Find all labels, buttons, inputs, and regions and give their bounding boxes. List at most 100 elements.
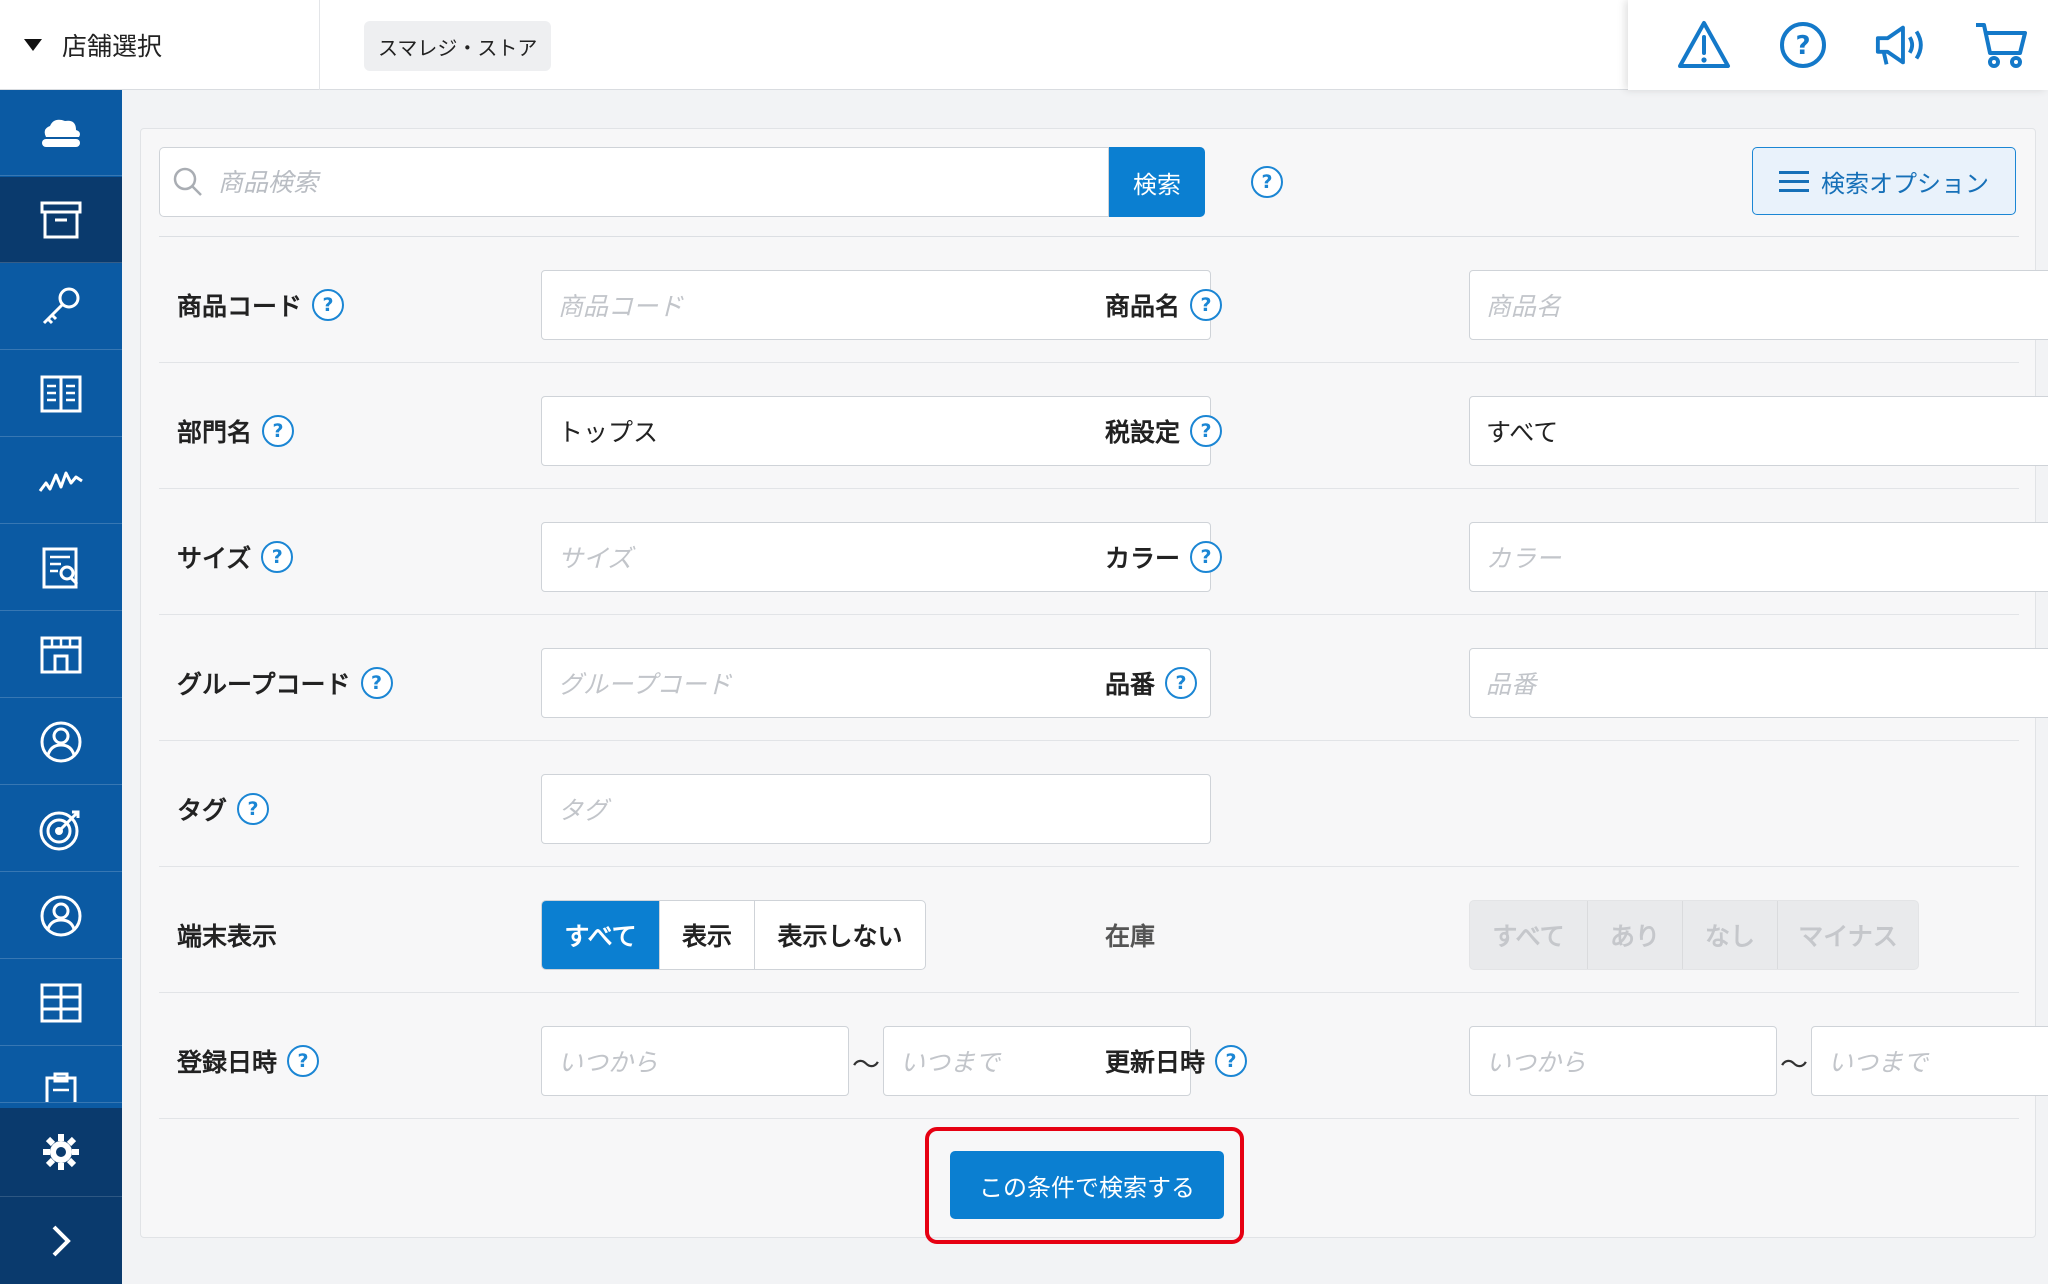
store-front-icon (40, 636, 82, 673)
range-separator: 〜 (852, 1048, 881, 1081)
registered-at-label: 登録日時? (177, 1026, 320, 1096)
product-code-label: 商品コード? (177, 270, 345, 340)
caret-down-icon (24, 39, 42, 51)
sidebar-item-cloud[interactable] (0, 90, 122, 176)
target-icon (39, 810, 80, 850)
search-row: 検索 ? 検索オプション (159, 147, 2019, 237)
search-options-label: 検索オプション (1821, 169, 1989, 198)
sidebar (0, 90, 122, 1284)
sidebar-item-grid[interactable] (0, 960, 122, 1046)
grid-table-icon (40, 983, 82, 1022)
sidebar-item-activity[interactable] (0, 438, 122, 524)
megaphone-icon[interactable] (1874, 17, 1930, 73)
terminal-display-hide[interactable]: 表示しない (755, 901, 925, 969)
tag-label: タグ? (177, 774, 270, 844)
tag-field[interactable]: タグ (541, 774, 1211, 844)
warning-icon[interactable] (1676, 17, 1732, 73)
color-field[interactable]: カラー (1469, 522, 2048, 592)
terminal-display-all[interactable]: すべて (542, 901, 660, 969)
item-number-field[interactable]: 品番 (1469, 648, 2048, 718)
form-row: タグ? タグ (159, 741, 2019, 867)
top-icon-group: ? (1628, 0, 2048, 90)
stock-minus: マイナス (1798, 922, 1898, 951)
cloud-icon (42, 119, 80, 147)
key-icon (42, 287, 80, 324)
chevron-right-icon (52, 1225, 71, 1256)
form-row: 部門名? トップス 税設定? すべて (159, 363, 2048, 489)
form-row: 商品コード? 商品コード 商品名? 商品名 (159, 237, 2048, 363)
help-icon[interactable]: ? (261, 541, 294, 573)
sidebar-item-products[interactable] (0, 177, 122, 263)
help-icon[interactable]: ? (1165, 667, 1198, 699)
stock-label: 在庫 (1105, 922, 1156, 951)
settings-button[interactable] (0, 1108, 122, 1196)
help-circle-icon[interactable]: ? (1775, 17, 1831, 73)
sidebar-item-clipboard[interactable] (0, 1047, 122, 1103)
report-search-icon (42, 547, 79, 588)
stock-in: あり (1588, 901, 1683, 969)
sidebar-item-book[interactable] (0, 351, 122, 437)
sidebar-item-target[interactable] (0, 786, 122, 872)
help-icon[interactable]: ? (1190, 289, 1223, 321)
updated-at-label: 更新日時? (1105, 1026, 1248, 1096)
help-icon[interactable]: ? (287, 1045, 320, 1077)
help-icon[interactable]: ? (360, 667, 393, 699)
activity-chart-icon (38, 471, 83, 492)
sidebar-item-store[interactable] (0, 612, 122, 698)
search-panel: 検索 ? 検索オプション 商品コード? 商品コード 商品名? 商品名 部門名? … (140, 128, 2048, 1238)
color-label: カラー? (1105, 522, 1223, 592)
help-icon[interactable]: ? (1190, 415, 1223, 447)
help-icon[interactable]: ? (237, 793, 270, 825)
form-row: 登録日時? いつから 〜 いつまで 更新日時? いつから 〜 いつまで (159, 993, 2048, 1119)
sidebar-item-user[interactable] (0, 873, 122, 959)
user-icon (40, 895, 82, 936)
search-options-button[interactable]: 検索オプション (1752, 147, 2016, 215)
store-select-label: 店舗選択 (62, 32, 163, 61)
stock-toggle: すべて あり なし マイナス (1469, 900, 1919, 970)
search-button[interactable]: 検索 (1109, 147, 1205, 217)
item-number-label: 品番? (1105, 648, 1198, 718)
store-tag: スマレジ・ストア (364, 21, 552, 71)
product-name-field[interactable]: 商品名 (1469, 270, 2048, 340)
search-icon (173, 167, 202, 196)
menu-icon (1779, 165, 1809, 198)
tax-setting-select[interactable]: すべて (1469, 396, 2048, 466)
sidebar-item-report[interactable] (0, 525, 122, 611)
store-select-dropdown[interactable]: 店舗選択 (0, 0, 320, 90)
department-label: 部門名? (177, 396, 295, 466)
sidebar-expand-button[interactable] (0, 1196, 122, 1284)
terminal-display-toggle: すべて 表示 表示しない (541, 900, 926, 970)
registered-from-field[interactable]: いつから (541, 1026, 849, 1096)
group-code-label: グループコード? (177, 648, 393, 718)
sidebar-item-customer[interactable] (0, 699, 122, 785)
product-name-label: 商品名? (1105, 270, 1223, 340)
form-row: グループコード? グループコード 品番? 品番 (159, 615, 2048, 741)
product-search-input[interactable] (218, 167, 1078, 197)
archive-box-icon (40, 201, 82, 238)
sidebar-item-keys[interactable] (0, 264, 122, 350)
form-row: 端末表示 すべて 表示 表示しない 在庫 すべて あり なし マイナス (159, 867, 2019, 993)
terminal-display-label: 端末表示 (177, 922, 278, 951)
customer-icon (40, 721, 82, 762)
help-icon[interactable]: ? (262, 415, 295, 447)
top-bar: 店舗選択 スマレジ・ストア ? (0, 0, 2048, 90)
help-icon[interactable]: ? (1190, 541, 1223, 573)
form-row: サイズ? サイズ カラー? カラー (159, 489, 2048, 615)
size-label: サイズ? (177, 522, 294, 592)
search-help-icon[interactable]: ? (1251, 166, 1283, 198)
book-icon (40, 375, 82, 412)
range-separator: 〜 (1780, 1048, 1809, 1081)
stock-none: なし (1683, 901, 1778, 969)
clipboard-icon (45, 1072, 77, 1102)
cart-icon[interactable] (1973, 17, 2029, 73)
search-with-conditions-button[interactable]: この条件で検索する (950, 1151, 1224, 1219)
help-icon[interactable]: ? (312, 289, 345, 321)
terminal-display-show[interactable]: 表示 (660, 901, 755, 969)
help-icon[interactable]: ? (1215, 1045, 1248, 1077)
tax-setting-label: 税設定? (1105, 396, 1223, 466)
updated-from-field[interactable]: いつから (1469, 1026, 1777, 1096)
updated-to-field[interactable]: いつまで (1811, 1026, 2048, 1096)
stock-all: すべて (1470, 901, 1588, 969)
svg-text:?: ? (1795, 31, 1810, 61)
product-search-box (159, 147, 1109, 217)
